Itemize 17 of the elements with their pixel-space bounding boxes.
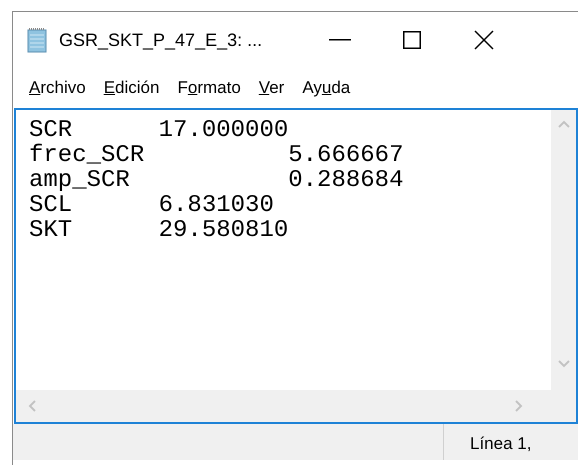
close-icon xyxy=(474,30,494,50)
notepad-icon xyxy=(27,27,49,53)
chevron-left-icon[interactable] xyxy=(28,400,36,412)
vertical-scrollbar[interactable] xyxy=(551,110,576,422)
chevron-right-icon[interactable] xyxy=(515,400,523,412)
menu-item[interactable]: Edición xyxy=(96,78,170,98)
chevron-down-icon[interactable] xyxy=(558,360,570,368)
chevron-up-icon[interactable] xyxy=(558,120,570,128)
maximize-icon xyxy=(403,31,421,49)
minimize-icon xyxy=(329,39,351,41)
menu-item[interactable]: Archivo xyxy=(21,78,96,98)
horizontal-scrollbar[interactable] xyxy=(16,390,551,422)
menu-item[interactable]: Ayuda xyxy=(294,78,360,98)
window-title: GSR_SKT_P_47_E_3: ... xyxy=(59,30,264,50)
menu-item[interactable]: Formato xyxy=(169,78,251,98)
cursor-position: Línea 1, xyxy=(469,433,532,454)
menu-item[interactable]: Ver xyxy=(250,78,294,98)
